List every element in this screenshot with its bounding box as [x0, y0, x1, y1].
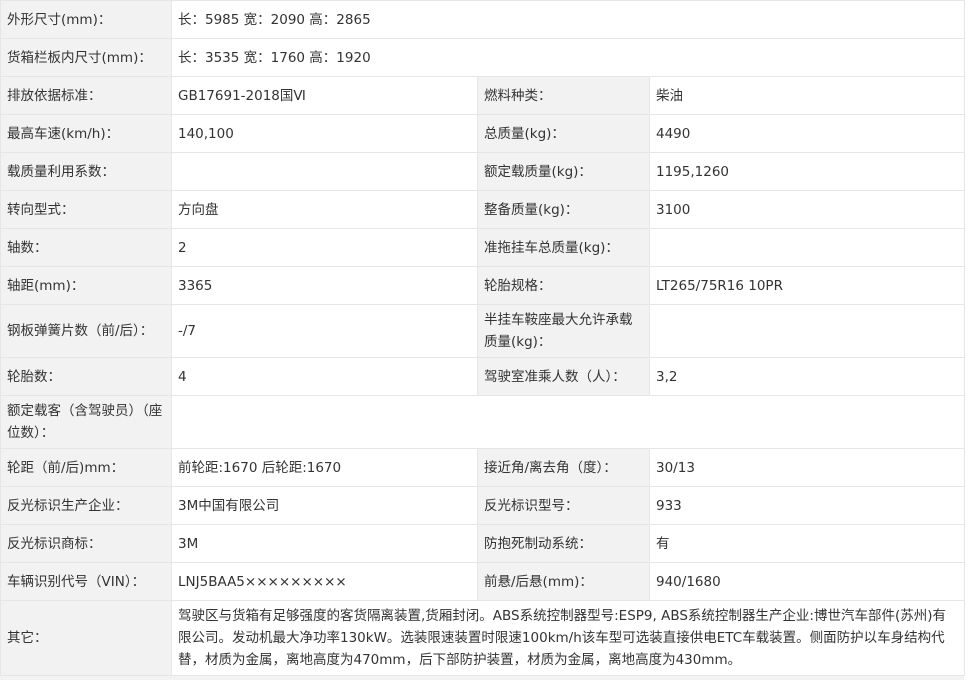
spec-label: 轮胎规格：: [477, 266, 650, 305]
spec-label: 货箱栏板内尺寸(mm)：: [0, 38, 172, 77]
table-row-wheelbase-tires: 轴距(mm)： 3365 轮胎规格： LT265/75R16 10PR: [0, 266, 966, 305]
spec-label: 接近角/离去角（度）：: [477, 448, 650, 487]
spec-label: 防抱死制动系统：: [477, 524, 650, 563]
table-row-emission-fuel: 排放依据标准： GB17691-2018国Ⅵ 燃料种类： 柴油: [0, 76, 966, 115]
table-row-rated-passengers: 额定载客（含驾驶员）（座位数）：: [0, 395, 966, 449]
spec-label: 反光标识型号：: [477, 486, 650, 525]
spec-label: 驾驶室准乘人数（人）：: [477, 357, 650, 396]
spec-value: 3M: [171, 524, 478, 563]
spec-value: 方向盘: [171, 190, 478, 229]
spec-label: 轴数：: [0, 228, 172, 267]
spec-label: 转向型式：: [0, 190, 172, 229]
spec-value: 柴油: [648, 76, 966, 115]
table-row-steering-curb-mass: 转向型式： 方向盘 整备质量(kg)： 3100: [0, 190, 966, 229]
spec-label: 总质量(kg)：: [477, 114, 650, 153]
spec-label: 车辆识别代号（VIN）：: [0, 562, 172, 601]
spec-value: LT265/75R16 10PR: [648, 266, 966, 305]
spec-label: 燃料种类：: [477, 76, 650, 115]
spec-value: 4490: [648, 114, 966, 153]
spec-value: -/7: [171, 304, 478, 358]
table-row-vin-overhang: 车辆识别代号（VIN）： LNJ5BAA5××××××××× 前悬/后悬(mm)…: [0, 562, 966, 601]
table-row-track-angles: 轮距（前/后)mm： 前轮距:1670 后轮距:1670 接近角/离去角（度）：…: [0, 448, 966, 487]
spec-value: 有: [648, 524, 966, 563]
spec-label: 前悬/后悬(mm)：: [477, 562, 650, 601]
table-row-cargo-box-dimensions: 货箱栏板内尺寸(mm)： 长：3535 宽：1760 高：1920: [0, 38, 966, 77]
spec-label: 反光标识生产企业：: [0, 486, 172, 525]
spec-value: 140,100: [171, 114, 478, 153]
spec-value: 前轮距:1670 后轮距:1670: [171, 448, 478, 487]
spec-value: 3,2: [648, 357, 966, 396]
spec-label: 轮距（前/后)mm：: [0, 448, 172, 487]
spec-value: 3365: [171, 266, 478, 305]
spec-value: [648, 304, 966, 358]
spec-value: 933: [648, 486, 966, 525]
spec-value: 1195,1260: [648, 152, 966, 191]
spec-value: 长：3535 宽：1760 高：1920: [170, 38, 966, 77]
spec-value: 驾驶区与货箱有足够强度的客货隔离装置,货厢封闭。ABS系统控制器型号:ESP9,…: [170, 600, 966, 676]
spec-value: 940/1680: [648, 562, 966, 601]
table-row-axles-trailer: 轴数： 2 准拖挂车总质量(kg)：: [0, 228, 966, 267]
spec-value: 2: [171, 228, 478, 267]
vehicle-spec-table: 外形尺寸(mm)： 长：5985 宽：2090 高：2865 货箱栏板内尺寸(m…: [0, 0, 966, 676]
spec-label: 排放依据标准：: [0, 76, 172, 115]
spec-label: 额定载质量(kg)：: [477, 152, 650, 191]
spec-value: 30/13: [648, 448, 966, 487]
spec-label: 钢板弹簧片数（前/后）：: [0, 304, 172, 358]
table-row-reflector-maker: 反光标识生产企业： 3M中国有限公司 反光标识型号： 933: [0, 486, 966, 525]
spec-label: 外形尺寸(mm)：: [0, 0, 172, 39]
table-row-tire-count-cab: 轮胎数： 4 驾驶室准乘人数（人）： 3,2: [0, 357, 966, 396]
table-row-speed-mass: 最高车速(km/h)： 140,100 总质量(kg)： 4490: [0, 114, 966, 153]
spec-value: 长：5985 宽：2090 高：2865: [170, 0, 966, 39]
table-row-springs-saddle: 钢板弹簧片数（前/后）： -/7 半挂车鞍座最大允许承载质量(kg)：: [0, 304, 966, 358]
spec-label: 准拖挂车总质量(kg)：: [477, 228, 650, 267]
table-row-other: 其它： 驾驶区与货箱有足够强度的客货隔离装置,货厢封闭。ABS系统控制器型号:E…: [0, 600, 966, 676]
table-bottom-edge: [0, 676, 964, 680]
spec-value: GB17691-2018国Ⅵ: [171, 76, 478, 115]
spec-value: [648, 228, 966, 267]
spec-value: [171, 152, 478, 191]
spec-value: 3100: [648, 190, 966, 229]
spec-label: 轴距(mm)：: [0, 266, 172, 305]
table-row-load-factor: 载质量利用系数： 额定载质量(kg)： 1195,1260: [0, 152, 966, 191]
spec-label: 反光标识商标：: [0, 524, 172, 563]
table-row-dimensions: 外形尺寸(mm)： 长：5985 宽：2090 高：2865: [0, 0, 966, 39]
spec-label: 半挂车鞍座最大允许承载质量(kg)：: [477, 304, 650, 358]
spec-value: 4: [171, 357, 478, 396]
table-row-reflector-brand-abs: 反光标识商标： 3M 防抱死制动系统： 有: [0, 524, 966, 563]
spec-label: 载质量利用系数：: [0, 152, 172, 191]
spec-value: [170, 395, 966, 449]
spec-label: 最高车速(km/h)：: [0, 114, 172, 153]
spec-label: 其它：: [0, 600, 172, 676]
spec-value: LNJ5BAA5×××××××××: [171, 562, 478, 601]
spec-label: 轮胎数：: [0, 357, 172, 396]
spec-value: 3M中国有限公司: [171, 486, 478, 525]
spec-label: 整备质量(kg)：: [477, 190, 650, 229]
spec-label: 额定载客（含驾驶员）（座位数）：: [0, 395, 172, 449]
